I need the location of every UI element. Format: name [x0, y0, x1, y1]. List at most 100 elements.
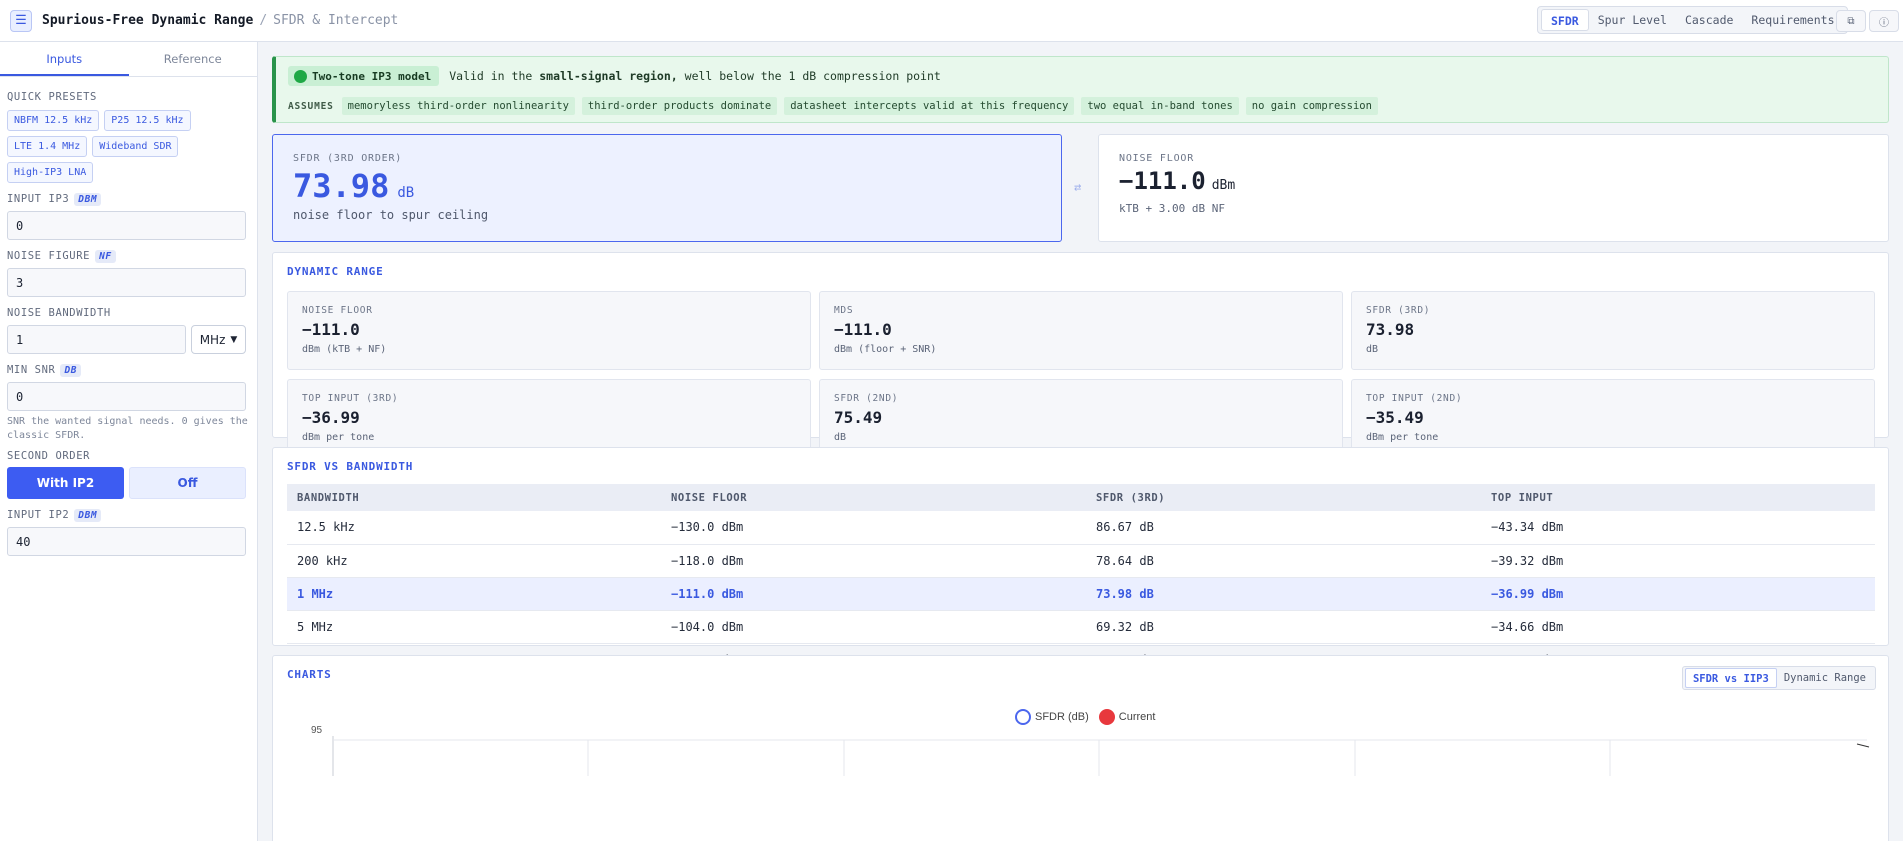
preset-nbfm[interactable]: NBFM 12.5 kHz — [7, 110, 100, 131]
tile-value: 73.98 — [1366, 320, 1415, 339]
ip2-off-button[interactable]: Off — [129, 467, 246, 499]
tab-sfdr-vs-iip3[interactable]: SFDR vs IIP3 — [1684, 668, 1777, 688]
tab-cascade[interactable]: Cascade — [1676, 9, 1742, 31]
floor-kpi-sub: kTB + 3.00 dB NF — [1119, 202, 1225, 215]
iip3-unit: DBM — [74, 192, 102, 206]
preset-list: NBFM 12.5 kHz P25 12.5 kHz LTE 1.4 MHz W… — [7, 110, 197, 183]
tab-requirements[interactable]: Requirements — [1742, 9, 1843, 31]
charts-title: CHARTS — [287, 668, 332, 681]
menu-icon[interactable]: ☰ — [10, 9, 32, 32]
table-cell: 86.67 dB — [1086, 511, 1481, 545]
sfdr-kpi-unit: dB — [397, 185, 415, 201]
second-order-label: SECOND ORDER — [7, 450, 91, 462]
model-badge: Two-tone IP3 model — [288, 66, 440, 86]
iip3-input[interactable]: 0 — [7, 211, 246, 240]
table-row[interactable]: 5 MHz −104.0 dBm 69.32 dB −34.66 dBm — [287, 610, 1875, 644]
table-row[interactable]: 12.5 kHz −130.0 dBm 86.67 dB −43.34 dBm — [287, 511, 1875, 545]
tab-reference[interactable]: Reference — [129, 42, 258, 76]
charts-card: CHARTS SFDR vs IIP3 Dynamic Range SFDR (… — [272, 655, 1889, 841]
tile-sub: dBm (floor + SNR) — [834, 344, 937, 355]
table-cell: −39.32 dBm — [1481, 544, 1875, 578]
tab-sfdr[interactable]: SFDR — [1541, 9, 1589, 31]
chevron-down-icon: ▼ — [230, 334, 238, 345]
tile-value: 75.49 — [834, 408, 883, 427]
breadcrumb-separator: / — [259, 13, 268, 28]
dynamic-range-title: DYNAMIC RANGE — [287, 265, 384, 278]
snr-label: MIN SNR DB — [7, 363, 250, 377]
sfdr-vs-bandwidth-title: SFDR VS BANDWIDTH — [287, 460, 414, 473]
table-cell: −118.0 dBm — [661, 544, 1086, 578]
iip2-input[interactable]: 40 — [7, 527, 246, 556]
second-order-toggle: With IP2 Off — [7, 467, 250, 499]
nf-label: NOISE FIGURE NF — [7, 249, 250, 263]
table-cell: 69.32 dB — [1086, 610, 1481, 644]
table-cell: −36.99 dBm — [1481, 577, 1875, 611]
tile-value: −111.0 — [834, 320, 892, 339]
sidebar-tabs: Inputs Reference — [0, 42, 257, 77]
preset-high-ip3-lna[interactable]: High‑IP3 LNA — [7, 162, 94, 183]
table-row[interactable]: 200 kHz −118.0 dBm 78.64 dB −39.32 dBm — [287, 544, 1875, 578]
table-row-current[interactable]: 1 MHz −111.0 dBm 73.98 dB −36.99 dBm — [287, 577, 1875, 611]
tile-label: SFDR (3RD) — [1366, 305, 1431, 316]
snr-hint-line1: SNR the wanted signal needs. 0 gives the — [7, 416, 248, 427]
preset-lte[interactable]: LTE 1.4 MHz — [7, 136, 88, 157]
sfdr-kpi-sub: noise floor to spur ceiling — [293, 208, 489, 222]
table-cell: −130.0 dBm — [661, 511, 1086, 545]
assumption-pill: memoryless third-order nonlinearity — [341, 97, 575, 115]
sfdr-kpi-value: 73.98 — [293, 167, 390, 205]
help-icon[interactable]: ⓘ — [1869, 10, 1899, 32]
dynamic-range-card: DYNAMIC RANGE NOISE FLOOR −111.0 dBm (kTB … — [272, 252, 1889, 458]
legend-swatch-current — [1098, 709, 1115, 725]
tile-sfdr-3rd: SFDR (3RD) 73.98 dB — [1351, 291, 1875, 370]
table-cell: −104.0 dBm — [661, 610, 1086, 644]
preset-p25[interactable]: P25 12.5 kHz — [104, 110, 191, 131]
tile-sub: dBm per tone — [302, 432, 375, 443]
tab-spur-level[interactable]: Spur Level — [1589, 9, 1676, 31]
table-cell: 73.98 dB — [1086, 577, 1481, 611]
sfdr-vs-bandwidth-card: SFDR VS BANDWIDTH BANDWIDTH NOISE FLOOR … — [272, 447, 1889, 667]
floor-kpi-unit: dBm — [1211, 178, 1236, 193]
tile-sub: dBm per tone — [1366, 432, 1439, 443]
column-header: TOP INPUT — [1481, 484, 1875, 511]
tab-inputs[interactable]: Inputs — [0, 42, 129, 76]
page-title: Spurious‑Free Dynamic Range — [42, 13, 254, 28]
tile-label: TOP INPUT (3RD) — [302, 393, 399, 404]
preset-wideband-sdr[interactable]: Wideband SDR — [92, 136, 179, 157]
chart-plot-area — [332, 736, 1870, 776]
noise-figure-input[interactable]: 3 — [7, 268, 246, 297]
column-header: SFDR (3RD) — [1086, 484, 1481, 511]
table-cell: −111.0 dBm — [661, 577, 1086, 611]
swap-icon: ⇄ — [1074, 180, 1082, 194]
banner-text-post: well below the 1 dB compression point — [677, 69, 941, 83]
iip3-label-text: INPUT IP3 — [7, 193, 70, 205]
tile-mds: MDS −111.0 dBm (floor + SNR) — [819, 291, 1343, 370]
status-dot-icon — [294, 69, 307, 83]
tab-dynamic-range[interactable]: Dynamic Range — [1777, 668, 1873, 688]
bandwidth-unit-value: MHz — [199, 332, 226, 347]
table-cell: 5 MHz — [287, 610, 661, 644]
floor-kpi-value: −111.0 — [1119, 167, 1206, 195]
mode-tabs: SFDR Spur Level Cascade Requirements — [1537, 6, 1848, 34]
legend-label: SFDR (dB) — [1035, 711, 1089, 723]
min-snr-input[interactable]: 0 — [7, 382, 246, 411]
tile-label: SFDR (2ND) — [834, 393, 899, 404]
iip2-unit: DBM — [74, 508, 102, 522]
table-header-row: BANDWIDTH NOISE FLOOR SFDR (3RD) TOP INP… — [287, 484, 1875, 511]
iip2-label: INPUT IP2 DBM — [7, 508, 250, 522]
legend-label: Current — [1118, 711, 1156, 723]
chart-tabs: SFDR vs IIP3 Dynamic Range — [1681, 666, 1876, 690]
snr-hint-line2: classic SFDR. — [7, 430, 86, 441]
with-ip2-button[interactable]: With IP2 — [7, 467, 124, 499]
legend-item-current[interactable]: Current — [1098, 709, 1156, 725]
copy-icon[interactable]: ⧉ — [1836, 10, 1866, 32]
legend-item-sfdr[interactable]: SFDR (dB) — [1015, 709, 1089, 725]
app-header: ☰ Spurious‑Free Dynamic Range / SFDR & I… — [0, 0, 1903, 42]
tile-label: TOP INPUT (2ND) — [1366, 393, 1463, 404]
iip2-label-text: INPUT IP2 — [7, 509, 70, 521]
bandwidth-input[interactable]: 1 — [7, 325, 186, 354]
nf-label-text: NOISE FIGURE — [7, 250, 91, 262]
tile-value: −36.99 — [302, 408, 360, 427]
tile-sub: dB — [834, 432, 847, 443]
tile-noise-floor: NOISE FLOOR −111.0 dBm (kTB + NF) — [287, 291, 811, 370]
bandwidth-unit-select[interactable]: MHz ▼ — [191, 325, 246, 354]
